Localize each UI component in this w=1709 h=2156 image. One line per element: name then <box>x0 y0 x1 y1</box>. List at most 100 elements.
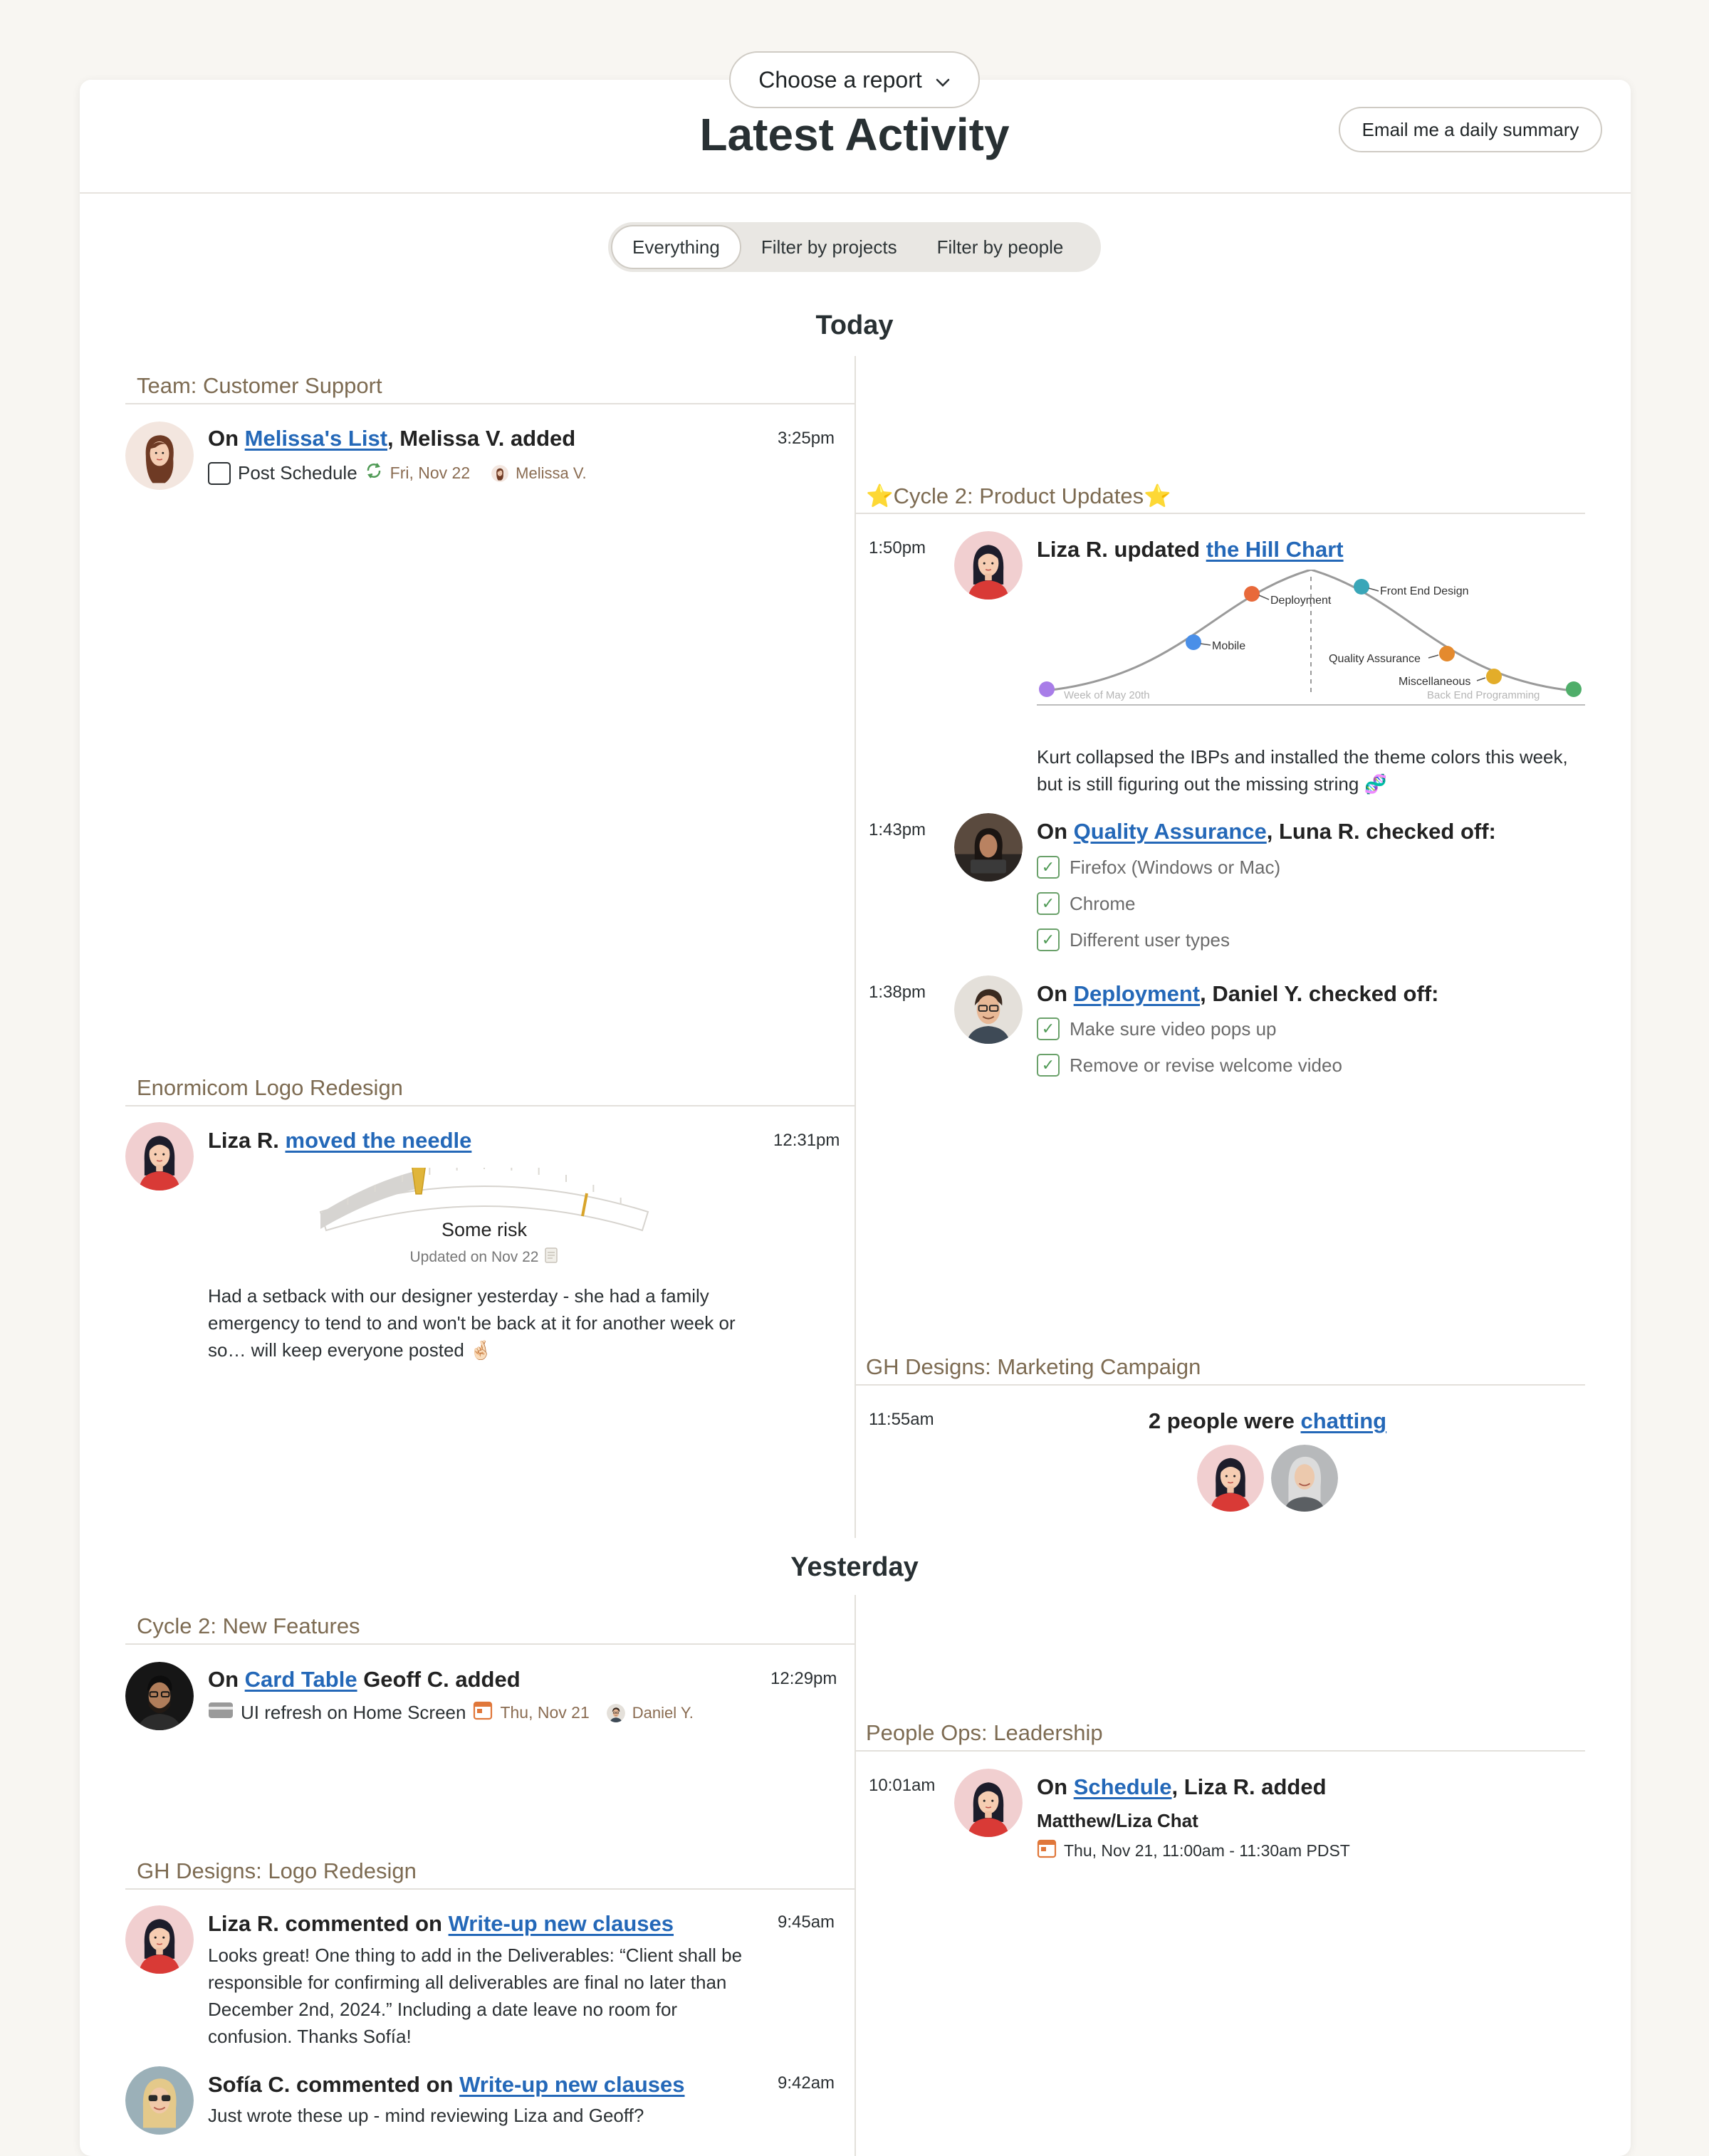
write-up-clauses-link[interactable]: Write-up new clauses <box>449 1911 674 1936</box>
avatar-liza[interactable] <box>125 1905 194 1974</box>
comment-text: Looks great! One thing to add in the Del… <box>208 1945 743 2047</box>
avatar-luna[interactable] <box>954 813 1023 881</box>
checked-item: ✓ Chrome <box>1037 892 1135 915</box>
headline-suffix: , Luna R. checked off: <box>1266 819 1496 844</box>
gauge-updated: Updated on Nov 22 <box>313 1247 655 1267</box>
avatar-participant[interactable] <box>1269 1443 1340 1514</box>
section-title-gh-logo: GH Designs: Logo Redesign <box>137 1858 417 1883</box>
day-heading-yesterday: Yesterday <box>790 1552 919 1582</box>
headline-prefix: Liza R. updated <box>1037 537 1206 562</box>
checked-item: ✓ Different user types <box>1037 928 1230 951</box>
section-title-marketing: GH Designs: Marketing Campaign <box>866 1354 1201 1379</box>
hill-label-qa: Quality Assurance <box>1329 653 1421 665</box>
section-rule <box>125 1888 854 1890</box>
checkmark-icon[interactable]: ✓ <box>1037 1017 1060 1040</box>
calendar-icon <box>473 1700 493 1725</box>
checkmark-icon[interactable]: ✓ <box>1037 928 1060 951</box>
chevron-down-icon <box>935 67 951 93</box>
activity-time: 10:01am <box>869 1776 936 1795</box>
headline-prefix: Sofía C. commented on <box>208 2072 460 2097</box>
checkmark-icon[interactable]: ✓ <box>1037 892 1060 915</box>
activity-headline: Liza R. updated the Hill Chart <box>1037 537 1344 562</box>
activity-time: 9:45am <box>778 1912 835 1932</box>
tab-everything[interactable]: Everything <box>611 225 741 269</box>
hill-chart-link[interactable]: the Hill Chart <box>1206 537 1344 562</box>
headline-prefix: On <box>1037 981 1074 1006</box>
activity-time: 1:38pm <box>869 983 926 1002</box>
tab-filter-by-people[interactable]: Filter by people <box>917 225 1084 269</box>
event-time: Thu, Nov 21, 11:00am - 11:30am PDST <box>1064 1841 1350 1860</box>
hill-label-week: Week of May 20th <box>1064 689 1150 701</box>
checkmark-icon[interactable]: ✓ <box>1037 856 1060 879</box>
activity-headline: Liza R. moved the needle <box>208 1128 471 1153</box>
avatar-daniel[interactable] <box>954 975 1023 1044</box>
section-rule <box>125 1105 854 1106</box>
deployment-link[interactable]: Deployment <box>1074 981 1200 1006</box>
headline-prefix: Liza R. commented on <box>208 1911 449 1936</box>
write-up-clauses-link[interactable]: Write-up new clauses <box>459 2072 684 2097</box>
hill-label-front-end: Front End Design <box>1380 585 1469 597</box>
avatar-melissa[interactable] <box>125 422 194 490</box>
assignee-name: Daniel Y. <box>632 1703 694 1722</box>
checked-item-label: Firefox (Windows or Mac) <box>1070 856 1281 878</box>
activity-time: 12:29pm <box>770 1669 837 1688</box>
avatar-liza[interactable] <box>954 531 1023 600</box>
activity-headline: On Card Table Geoff C. added <box>208 1667 521 1692</box>
choose-report-label: Choose a report <box>758 66 922 93</box>
headline-prefix: On <box>208 426 245 451</box>
hill-dot-mobile[interactable] <box>1186 634 1201 650</box>
hill-label-deployment: Deployment <box>1270 595 1332 607</box>
section-title-customer-support: Team: Customer Support <box>137 373 382 398</box>
email-summary-button[interactable]: Email me a daily summary <box>1339 107 1602 152</box>
avatar-sofia[interactable] <box>125 2066 194 2135</box>
day-heading-today: Today <box>815 310 894 340</box>
schedule-link[interactable]: Schedule <box>1074 1774 1172 1799</box>
card-icon <box>208 1701 234 1725</box>
activity-time: 12:31pm <box>773 1131 840 1150</box>
moved-the-needle-link[interactable]: moved the needle <box>286 1128 472 1153</box>
section-title-product-updates: ⭐Cycle 2: Product Updates⭐ <box>866 483 1171 508</box>
column-divider-today <box>854 356 856 1538</box>
gauge-label: Some risk <box>441 1219 528 1240</box>
activity-time: 1:50pm <box>869 538 926 558</box>
hill-dot-deployment[interactable] <box>1244 586 1260 602</box>
hill-note: Kurt collapsed the IBPs and installed th… <box>1037 746 1568 795</box>
card-item: UI refresh on Home Screen Thu, Nov 21 Da… <box>208 1700 694 1725</box>
section-title-new-features: Cycle 2: New Features <box>137 1613 360 1638</box>
avatar-geoff[interactable] <box>125 1662 194 1730</box>
activity-time: 1:43pm <box>869 820 926 839</box>
checkmark-icon[interactable]: ✓ <box>1037 1054 1060 1077</box>
checkbox-empty[interactable] <box>208 461 231 485</box>
section-rule <box>125 403 854 404</box>
hill-dot-misc[interactable] <box>1486 669 1502 684</box>
tab-filter-by-projects[interactable]: Filter by projects <box>741 225 917 269</box>
chatting-link[interactable]: chatting <box>1301 1408 1387 1433</box>
avatar-liza[interactable] <box>1195 1443 1266 1514</box>
checked-item-label: Chrome <box>1070 892 1136 914</box>
headline-prefix: On <box>208 1667 245 1692</box>
section-rule <box>854 1750 1585 1752</box>
avatar-liza[interactable] <box>954 1769 1023 1837</box>
hill-label-back-end: Back End Programming <box>1427 689 1540 701</box>
quality-assurance-link[interactable]: Quality Assurance <box>1074 819 1267 844</box>
melissas-list-link[interactable]: Melissa's List <box>245 426 387 451</box>
card-table-link[interactable]: Card Table <box>245 1667 357 1692</box>
choose-report-button[interactable]: Choose a report <box>729 51 980 108</box>
hill-dot-front-end[interactable] <box>1354 579 1369 595</box>
todo-item: Post Schedule Fri, Nov 22 Melissa V. <box>208 461 587 485</box>
card-title: UI refresh on Home Screen <box>241 1702 466 1723</box>
gauge-updated-text: Updated on Nov 22 <box>409 1249 539 1265</box>
hill-dot-week[interactable] <box>1039 681 1055 697</box>
hill-dot-back-end[interactable] <box>1566 681 1582 697</box>
repeat-icon <box>365 461 383 485</box>
event-title[interactable]: Matthew/Liza Chat <box>1037 1810 1198 1832</box>
section-title-logo-redesign: Enormicom Logo Redesign <box>137 1075 403 1100</box>
activity-time: 9:42am <box>778 2073 835 2093</box>
needle-note: Had a setback with our designer yesterda… <box>208 1285 736 1361</box>
headline-suffix: , Liza R. added <box>1171 1774 1327 1799</box>
avatar-liza[interactable] <box>125 1122 194 1190</box>
headline-suffix: , Melissa V. added <box>387 426 576 451</box>
headline-prefix: On <box>1037 819 1074 844</box>
hill-dot-qa[interactable] <box>1439 646 1455 661</box>
headline-prefix: Liza R. <box>208 1128 286 1153</box>
